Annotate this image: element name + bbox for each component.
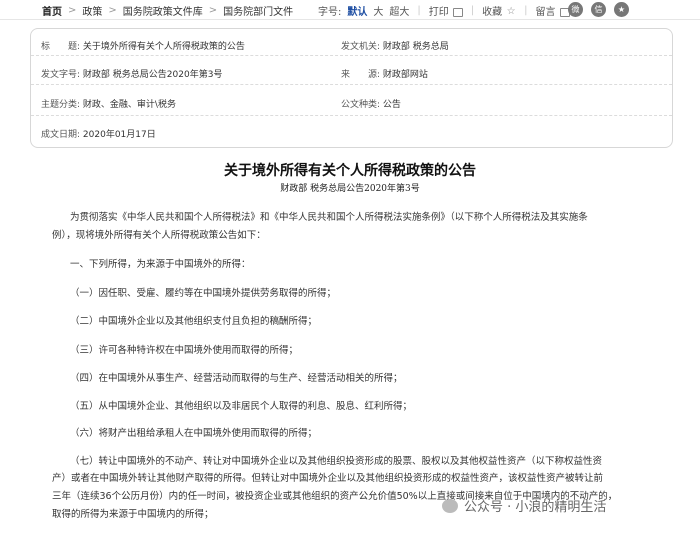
share-buttons: 微 信 ★ bbox=[560, 2, 629, 17]
font-size-large[interactable]: 大 bbox=[373, 3, 383, 18]
star-icon: ☆ bbox=[506, 6, 516, 17]
chevron-right-icon: > bbox=[68, 5, 77, 16]
breadcrumb-home[interactable]: 首页 bbox=[42, 3, 62, 18]
wechat-logo-icon bbox=[442, 498, 458, 513]
meta-divider bbox=[31, 84, 672, 85]
top-nav-bar: 首页 > 政策 > 国务院政策文件库 > 国务院部门文件 字号: 默认 大 超大… bbox=[0, 0, 700, 20]
paragraph-item-4: （四）在中国境外从事生产、经营活动而取得的与生产、经营活动相关的所得； bbox=[70, 373, 403, 384]
paragraph-item-6: （六）将财产出租给承租人在中国境外使用而取得的所得； bbox=[70, 428, 318, 439]
paragraph-item-7-line-2: 产）或者在中国境外转让其他财产取得的所得。但转让对中国境外企业以及其他组织投资形… bbox=[52, 473, 604, 484]
meta-title: 标 题: 关于境外所得有关个人所得税政策的公告 bbox=[41, 42, 245, 52]
breadcrumb: 首页 > 政策 > 国务院政策文件库 > 国务院部门文件 bbox=[42, 3, 293, 18]
divider: | bbox=[417, 5, 421, 16]
meta-topic: 主题分类: 财政、金融、审计\税务 bbox=[41, 100, 176, 110]
meta-source: 来 源: 财政部网站 bbox=[341, 70, 428, 80]
paragraph-intro-line-1: 为贯彻落实《中华人民共和国个人所得税法》和《中华人民共和国个人所得税法实施条例》… bbox=[70, 212, 588, 223]
watermark: 公众号 · 小浪的精明生活 bbox=[442, 496, 606, 515]
paragraph-intro-line-2: 例），现将境外所得有关个人所得税政策公告如下： bbox=[52, 230, 266, 241]
breadcrumb-department-docs[interactable]: 国务院部门文件 bbox=[223, 3, 293, 18]
paragraph-item-1: （一）因任职、受雇、履约等在中国境外提供劳务取得的所得； bbox=[70, 288, 337, 299]
meta-divider bbox=[31, 55, 672, 56]
breadcrumb-policy-library[interactable]: 国务院政策文件库 bbox=[123, 3, 203, 18]
paragraph-section-1: 一、下列所得，为来源于中国境外的所得： bbox=[70, 259, 251, 270]
meta-divider bbox=[31, 115, 672, 116]
paragraph-item-7-line-4: 取得的所得为来源于中国境内的所得； bbox=[52, 509, 214, 520]
favorite-button[interactable]: 收藏 ☆ bbox=[482, 3, 516, 19]
paragraph-item-3: （三）许可各种特许权在中国境外使用而取得的所得； bbox=[70, 345, 299, 356]
printer-icon bbox=[452, 7, 463, 17]
divider: | bbox=[470, 5, 475, 16]
breadcrumb-policy[interactable]: 政策 bbox=[82, 3, 102, 18]
meta-issuer: 发文机关: 财政部 税务总局 bbox=[341, 42, 449, 52]
font-size-xlarge[interactable]: 超大 bbox=[389, 3, 409, 18]
meta-date: 成文日期: 2020年01月17日 bbox=[41, 130, 156, 140]
paragraph-item-2: （二）中国境外企业以及其他组织支付且负担的稿酬所得； bbox=[70, 316, 318, 327]
print-button[interactable]: 打印 bbox=[429, 3, 463, 18]
chevron-right-icon: > bbox=[108, 5, 117, 16]
font-size-label: 字号: bbox=[318, 7, 342, 18]
qzone-icon[interactable]: ★ bbox=[614, 2, 629, 17]
article-title: 关于境外所得有关个人所得税政策的公告 bbox=[224, 163, 476, 179]
wechat-icon[interactable]: 信 bbox=[591, 2, 606, 17]
weibo-icon[interactable]: 微 bbox=[568, 2, 583, 17]
chevron-right-icon: > bbox=[208, 5, 218, 16]
font-size-default[interactable]: 默认 bbox=[347, 3, 367, 18]
article-tools: 字号: 默认 大 超大 | 打印 | 收藏 ☆ | 留言 bbox=[318, 3, 570, 18]
paragraph-item-7-line-1: （七）转让中国境外的不动产、转让对中国境外企业以及其他组织投资形成的股票、股权以… bbox=[70, 456, 603, 467]
meta-doc-type: 公文种类: 公告 bbox=[341, 100, 401, 110]
divider: | bbox=[524, 5, 528, 16]
paragraph-item-5: （五）从中国境外企业、其他组织以及非居民个人取得的利息、股息、红利所得； bbox=[70, 401, 413, 412]
document-metadata-panel: 标 题: 关于境外所得有关个人所得税政策的公告 发文机关: 财政部 税务总局 发… bbox=[30, 28, 673, 148]
meta-doc-number: 发文字号: 财政部 税务总局公告2020年第3号 bbox=[41, 70, 223, 80]
article-doc-number: 财政部 税务总局公告2020年第3号 bbox=[280, 184, 420, 194]
